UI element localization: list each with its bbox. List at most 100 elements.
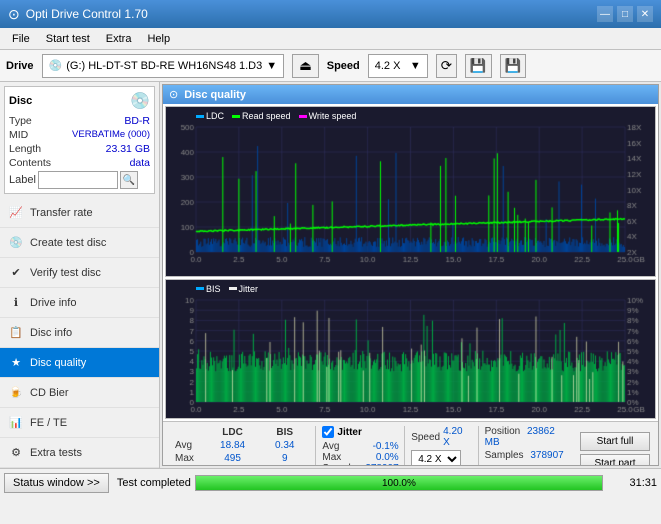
max-label: Max [171, 452, 205, 465]
start-full-button[interactable]: Start full [580, 432, 650, 451]
app-icon: ⊙ [8, 6, 20, 23]
drive-info-label: Drive info [30, 297, 76, 309]
transfer-rate-label: Transfer rate [30, 207, 93, 219]
type-label: Type [9, 115, 32, 127]
drive-name: (G:) HL-DT-ST BD-RE WH16NS48 1.D3 [66, 60, 262, 72]
maximize-button[interactable]: □ [617, 6, 633, 22]
drive-action-btn-1[interactable]: ⟳ [436, 54, 457, 78]
legend-jitter: Jitter [239, 284, 259, 294]
position-stats: Position 23862 MB Samples 378907 [481, 424, 576, 466]
menu-help[interactable]: Help [139, 31, 178, 47]
stats-bar: LDC BIS Avg 18.84 0.34 Max 495 9 [163, 421, 658, 466]
charts-container: LDC Read speed Write speed [163, 104, 658, 421]
bis-jitter-chart-canvas [166, 280, 655, 419]
drive-label: Drive [6, 60, 34, 72]
fe-te-label: FE / TE [30, 417, 67, 429]
speed-stat-value: 4.20 X [443, 426, 472, 448]
jitter-checkbox[interactable] [322, 426, 334, 438]
speed-stat-label: Speed [411, 432, 440, 443]
cd-bier-icon: 🍺 [8, 385, 24, 401]
sidebar-item-disc-info[interactable]: 📋 Disc info [0, 318, 159, 348]
length-label: Length [9, 143, 41, 155]
fe-te-icon: 📊 [8, 415, 24, 431]
sidebar-item-disc-quality[interactable]: ★ Disc quality [0, 348, 159, 378]
jitter-stats: Jitter Avg Max Samples -0.1% 0.0% 378907 [318, 424, 402, 466]
cd-bier-label: CD Bier [30, 387, 69, 399]
col-bis: BIS [260, 426, 309, 439]
sidebar: Disc 💿 Type BD-R MID VERBATIMe (000) Len… [0, 82, 160, 468]
avg-label: Avg [171, 439, 205, 452]
type-value: BD-R [124, 115, 150, 127]
drive-info-icon: ℹ [8, 295, 24, 311]
disc-label-button[interactable]: 🔍 [120, 171, 138, 189]
ldc-chart-canvas [166, 107, 655, 272]
disc-label-input[interactable] [38, 171, 118, 189]
col-ldc: LDC [205, 426, 260, 439]
menu-start-test[interactable]: Start test [38, 31, 98, 47]
divider-2 [404, 426, 405, 466]
avg-ldc: 18.84 [205, 439, 260, 452]
menu-extra[interactable]: Extra [98, 31, 140, 47]
max-ldc: 495 [205, 452, 260, 465]
drive-select[interactable]: 💿 (G:) HL-DT-ST BD-RE WH16NS48 1.D3 ▼ [42, 54, 285, 78]
disc-quality-panel: ⊙ Disc quality LDC Read speed [162, 84, 659, 466]
drive-action-btn-2[interactable]: 💾 [465, 54, 492, 78]
create-test-disc-label: Create test disc [30, 237, 106, 249]
verify-test-disc-label: Verify test disc [30, 267, 101, 279]
sidebar-item-transfer-rate[interactable]: 📈 Transfer rate [0, 198, 159, 228]
sidebar-item-fe-te[interactable]: 📊 FE / TE [0, 408, 159, 438]
dq-header: ⊙ Disc quality [163, 85, 658, 104]
chart-1: LDC Read speed Write speed [165, 106, 656, 277]
legend-bis: BIS [206, 284, 221, 294]
disc-panel-title: Disc [9, 95, 32, 107]
start-part-button[interactable]: Start part [580, 454, 650, 467]
nav-section: 📈 Transfer rate 💿 Create test disc ✔ Ver… [0, 198, 159, 468]
max-bis: 9 [260, 452, 309, 465]
status-window-button[interactable]: Status window >> [4, 473, 109, 493]
progress-bar-container: 100.0% [195, 475, 603, 491]
sidebar-item-cd-bier[interactable]: 🍺 CD Bier [0, 378, 159, 408]
speed-select[interactable]: 4.2 X ▼ [368, 54, 428, 78]
title-bar: ⊙ Opti Drive Control 1.70 — □ ✕ [0, 0, 661, 28]
divider-3 [478, 426, 479, 466]
total-bis: 128489 [260, 465, 309, 466]
status-time: 31:31 [607, 477, 657, 489]
jitter-samples-label: Samples [322, 463, 361, 466]
position-label: Position [485, 426, 521, 437]
mid-value: VERBATIMe (000) [72, 129, 150, 141]
samples-label: Samples [485, 450, 524, 461]
samples-value: 378907 [530, 450, 563, 461]
app-title: Opti Drive Control 1.70 [26, 7, 148, 21]
total-ldc: 7192842 [205, 465, 260, 466]
speed-stat-dropdown[interactable]: 4.2 X 2.0 X 1.0 X [411, 450, 461, 466]
disc-label-label: Label [9, 174, 36, 186]
menu-file[interactable]: File [4, 31, 38, 47]
create-test-disc-icon: 💿 [8, 235, 24, 251]
drive-dropdown-arrow: ▼ [266, 60, 277, 72]
disc-panel: Disc 💿 Type BD-R MID VERBATIMe (000) Len… [4, 86, 155, 194]
close-button[interactable]: ✕ [637, 6, 653, 22]
drive-bar: Drive 💿 (G:) HL-DT-ST BD-RE WH16NS48 1.D… [0, 50, 661, 82]
contents-label: Contents [9, 157, 51, 169]
jitter-avg-label: Avg [322, 441, 361, 452]
col-empty [171, 426, 205, 439]
drive-action-btn-3[interactable]: 💾 [500, 54, 527, 78]
sidebar-item-extra-tests[interactable]: ⚙ Extra tests [0, 438, 159, 468]
jitter-samples-val: 378907 [365, 463, 398, 466]
sidebar-item-create-test-disc[interactable]: 💿 Create test disc [0, 228, 159, 258]
progress-text: 100.0% [196, 476, 602, 492]
extra-tests-label: Extra tests [30, 447, 82, 459]
sidebar-item-verify-test-disc[interactable]: ✔ Verify test disc [0, 258, 159, 288]
sidebar-item-drive-info[interactable]: ℹ Drive info [0, 288, 159, 318]
contents-value: data [130, 157, 150, 169]
minimize-button[interactable]: — [597, 6, 613, 22]
transfer-rate-icon: 📈 [8, 205, 24, 221]
disc-panel-icon: 💿 [130, 91, 150, 111]
drive-eject-button[interactable]: ⏏ [292, 54, 319, 78]
jitter-label: Jitter [337, 427, 361, 438]
status-bar: Status window >> Test completed 100.0% 3… [0, 468, 661, 496]
speed-label: Speed [327, 60, 360, 72]
jitter-max-label: Max [322, 452, 361, 463]
avg-bis: 0.34 [260, 439, 309, 452]
chart-2: BIS Jitter [165, 279, 656, 419]
